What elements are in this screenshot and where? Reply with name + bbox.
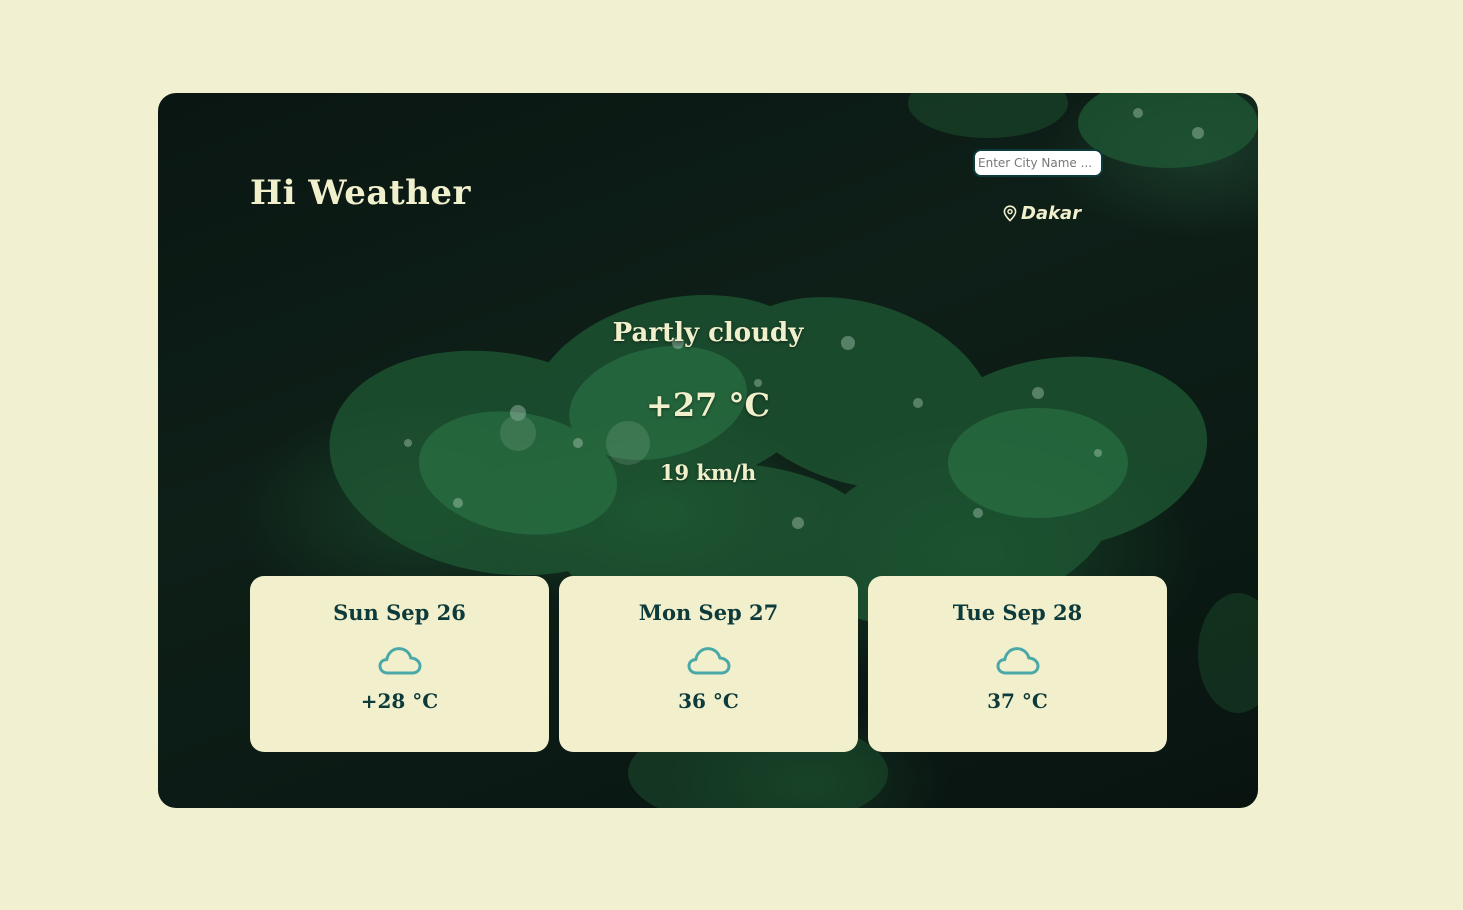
app-title: Hi Weather bbox=[250, 173, 471, 213]
current-wind-speed: 19 km/h bbox=[659, 460, 757, 485]
forecast-temperature: +28 °C bbox=[360, 689, 439, 713]
forecast-temperature: 37 °C bbox=[987, 689, 1048, 713]
current-condition: Partly cloudy bbox=[612, 318, 804, 348]
forecast-day: Sun Sep 26 bbox=[333, 600, 466, 625]
forecast-day: Tue Sep 28 bbox=[952, 600, 1083, 625]
current-temperature: +27 °C bbox=[646, 386, 770, 424]
forecast-card: Sun Sep 26 +28 °C bbox=[250, 576, 549, 752]
cloud-icon bbox=[378, 647, 421, 675]
current-location: Dakar bbox=[1003, 203, 1081, 224]
cloud-icon bbox=[687, 647, 730, 675]
forecast-day: Mon Sep 27 bbox=[638, 600, 779, 625]
forecast-card: Mon Sep 27 36 °C bbox=[559, 576, 858, 752]
forecast-card: Tue Sep 28 37 °C bbox=[868, 576, 1167, 752]
map-pin-icon bbox=[1003, 205, 1017, 222]
location-city: Dakar bbox=[1021, 203, 1082, 224]
city-search-input[interactable] bbox=[973, 149, 1103, 177]
weather-card: Hi Weather Dakar Partly cloudy +27 °C 19… bbox=[158, 93, 1258, 808]
cloud-icon bbox=[996, 647, 1039, 675]
forecast-list: Sun Sep 26 +28 °C Mon Sep 27 36 °C Tue S… bbox=[250, 576, 1167, 752]
forecast-temperature: 36 °C bbox=[678, 689, 739, 713]
